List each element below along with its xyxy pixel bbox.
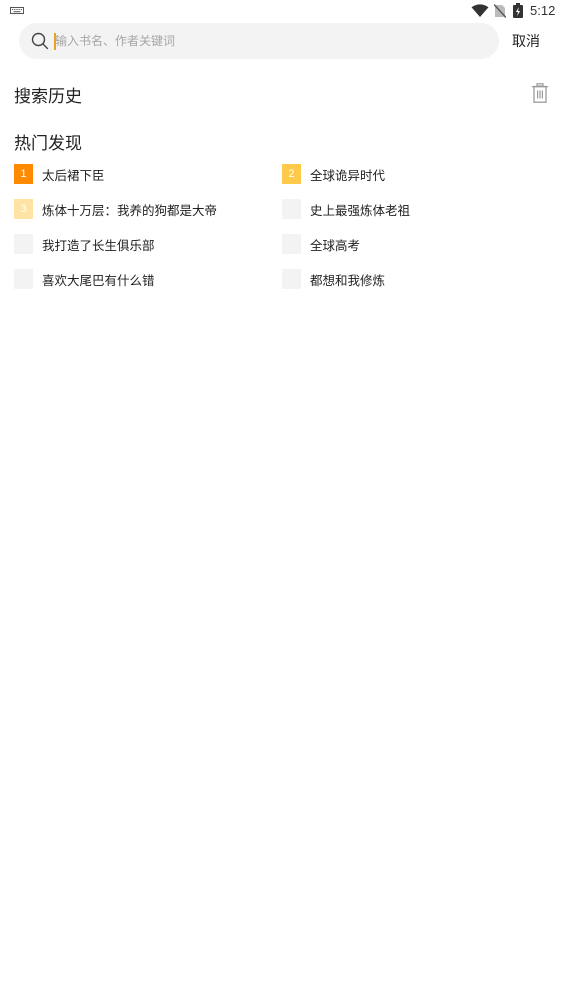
rank-badge: 3 — [14, 199, 33, 219]
search-history-title: 搜索历史 — [14, 87, 82, 107]
hot-item-title: 太后裙下臣 — [42, 167, 105, 183]
hot-item-title: 全球高考 — [310, 237, 361, 253]
hot-item-title: 全球诡异时代 — [310, 167, 386, 183]
rank-badge: 2 — [282, 164, 301, 184]
status-time: 5:12 — [530, 3, 556, 18]
hot-item-title: 喜欢大尾巴有什么错 — [42, 272, 155, 288]
hot-discovery-title: 热门发现 — [14, 134, 82, 154]
search-icon — [31, 32, 49, 50]
rank-badge: 7 — [14, 269, 33, 289]
rank-badge: 8 — [282, 269, 301, 289]
keyboard-icon — [10, 7, 24, 14]
rank-badge: 5 — [14, 234, 33, 254]
hot-item[interactable]: 4 史上最强炼体老祖 — [282, 199, 542, 219]
rank-badge: 1 — [14, 164, 33, 184]
hot-item[interactable]: 7 喜欢大尾巴有什么错 — [14, 269, 274, 289]
hot-item-title: 我打造了长生俱乐部 — [42, 237, 155, 253]
wifi-icon — [471, 4, 489, 17]
search-input[interactable] — [55, 31, 475, 51]
cancel-button[interactable]: 取消 — [512, 31, 540, 51]
hot-item-title: 炼体十万层：我养的狗都是大帝 — [42, 202, 218, 218]
rank-badge: 6 — [282, 234, 301, 254]
hot-item[interactable]: 8 都想和我修炼 — [282, 269, 542, 289]
status-bar: 5:12 — [0, 0, 564, 22]
hot-item[interactable]: 2 全球诡异时代 — [282, 164, 542, 184]
hot-item[interactable]: 3 炼体十万层：我养的狗都是大帝 — [14, 199, 274, 219]
hot-item-title: 都想和我修炼 — [310, 272, 386, 288]
hot-item[interactable]: 5 我打造了长生俱乐部 — [14, 234, 274, 254]
search-box[interactable] — [19, 23, 499, 59]
no-sim-icon — [494, 4, 506, 18]
hot-item-title: 史上最强炼体老祖 — [310, 202, 411, 218]
hot-item[interactable]: 1 太后裙下臣 — [14, 164, 274, 184]
battery-icon — [513, 3, 523, 18]
hot-item[interactable]: 6 全球高考 — [282, 234, 542, 254]
trash-icon[interactable] — [531, 83, 549, 103]
rank-badge: 4 — [282, 199, 301, 219]
